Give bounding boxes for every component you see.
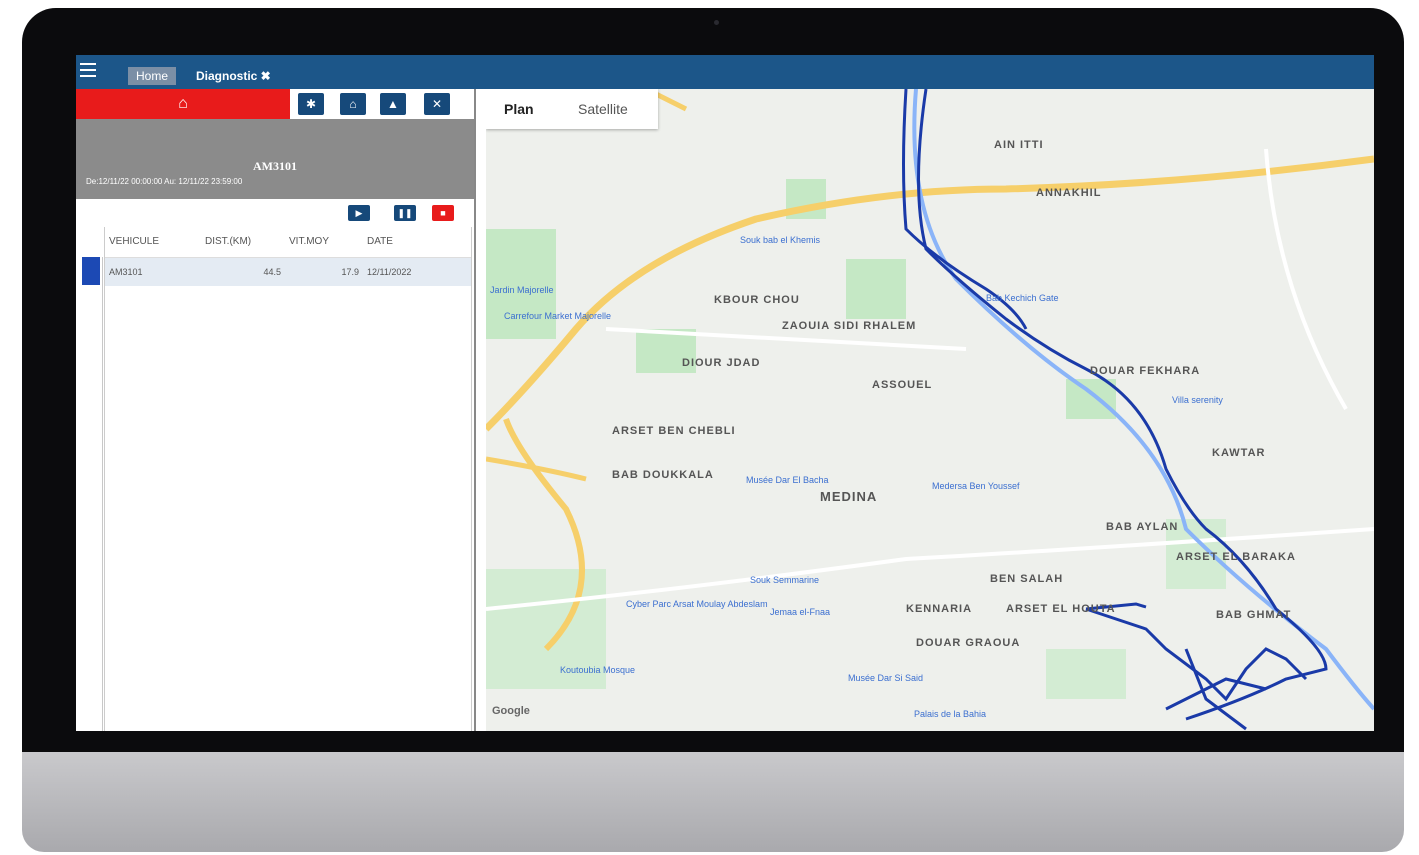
close-icon[interactable]: ✕ [424,93,450,115]
play-icon[interactable]: ▶ [348,205,370,221]
home-icon: ⌂ [178,95,188,112]
hamburger-menu-icon[interactable] [80,63,96,77]
left-panel: ⌂ ✱ ⌂ ▲ ✕ AM3101 De:12/11/22 00:00:00 Au… [76,89,474,731]
tab-plan[interactable]: Plan [504,89,534,129]
map-label: KBOUR CHOU [714,294,800,306]
map-label: KENNARIA [906,603,973,615]
map-type-switch: Plan Satellite [486,89,658,129]
map-label: ARSET BEN CHEBLI [612,425,736,437]
cell-vehicle: AM3101 [109,267,143,277]
pause-icon[interactable]: ❚❚ [394,205,416,221]
map-label: DOUAR GRAOUA [916,637,1021,649]
place-label: Musée Dar Si Said [848,673,924,683]
map-label: ARSET EL HOUTA [1006,603,1116,615]
map-label: ZAOUIA SIDI RHALEM [782,320,917,332]
top-bar: Home Diagnostic ✖ [76,55,1374,89]
cell-date: 12/11/2022 [367,267,412,277]
home-button[interactable]: ⌂ [76,89,290,119]
place-label: Cyber Parc Arsat Moulay Abdeslam [626,599,768,609]
place-label: Bab Kechich Gate [986,293,1059,303]
cell-distance: 44.5 [263,267,281,277]
date-range: De:12/11/22 00:00:00 Au: 12/11/22 23:59:… [86,177,243,186]
vehicle-info-panel: ✱ ⌂ ▲ ✕ AM3101 De:12/11/22 00:00:00 Au: … [76,93,474,199]
map-label: BAB AYLAN [1106,521,1179,533]
place-label: Medersa Ben Youssef [932,481,1020,491]
playback-controls: ▶ ❚❚ ■ [76,199,474,227]
col-distance[interactable]: DIST.(KM) [201,227,285,257]
google-logo: Google [492,705,530,717]
tab-home[interactable]: Home [128,67,177,85]
settings-icon[interactable]: ✱ [298,93,324,115]
map-label: DOUAR FEKHARA [1090,365,1201,377]
table-row[interactable]: AM3101 44.5 17.9 12/11/2022 [105,258,471,286]
camera-dot [714,20,719,25]
place-label: Souk Semmarine [750,575,820,585]
map-canvas [486,89,1374,731]
cell-speed: 17.9 [341,267,359,277]
place-label: Palais de la Bahia [914,709,987,719]
map-label: ARSET EL BARAKA [1176,551,1296,563]
table-header: VEHICULE DIST.(KM) VIT.MOY DATE [105,227,471,258]
col-speed[interactable]: VIT.MOY [285,227,363,257]
panel-divider[interactable] [474,89,486,731]
map-label: DIOUR JDAD [682,357,761,369]
map-label: KAWTAR [1212,447,1266,459]
car-icon[interactable]: ▲ [380,93,406,115]
place-label: Koutoubia Mosque [560,665,636,675]
map-label: MEDINA [820,489,878,504]
vehicle-table: VEHICULE DIST.(KM) VIT.MOY DATE AM3101 4… [104,227,472,731]
tab-satellite[interactable]: Satellite [578,89,628,129]
map-label: ANNAKHIL [1036,187,1102,199]
place-label: Jemaa el-Fnaa [770,607,831,617]
tab-diagnostic[interactable]: Diagnostic ✖ [196,67,271,85]
place-label: Musée Dar El Bacha [746,475,829,485]
col-vehicule[interactable]: VEHICULE [105,227,201,257]
app-screen: Home Diagnostic ✖ ⌂ ✱ ⌂ ▲ ✕ AM3101 De:12… [76,55,1374,731]
map-label: BAB GHMAT [1216,609,1292,621]
map-label: BAB DOUKKALA [612,469,714,481]
table-left-border [102,257,103,731]
vehicle-id: AM3101 [253,159,297,173]
stop-icon[interactable]: ■ [432,205,454,221]
place-label: Villa serenity [1172,395,1223,405]
building-icon[interactable]: ⌂ [340,93,366,115]
place-label: Jardin Majorelle [490,285,554,295]
map-label: AIN ITTI [994,139,1044,151]
map-view[interactable]: Plan Satellite ANNAKHIL AIN ITTI KBOUR C… [486,89,1374,731]
col-date[interactable]: DATE [363,227,471,257]
monitor-chin [22,752,1404,852]
place-label: Carrefour Market Majorelle [504,311,612,321]
row-selection-indicator [82,257,100,285]
map-label: BEN SALAH [990,573,1064,585]
map-label: ASSOUEL [872,379,933,391]
place-label: Souk bab el Khemis [740,235,821,245]
